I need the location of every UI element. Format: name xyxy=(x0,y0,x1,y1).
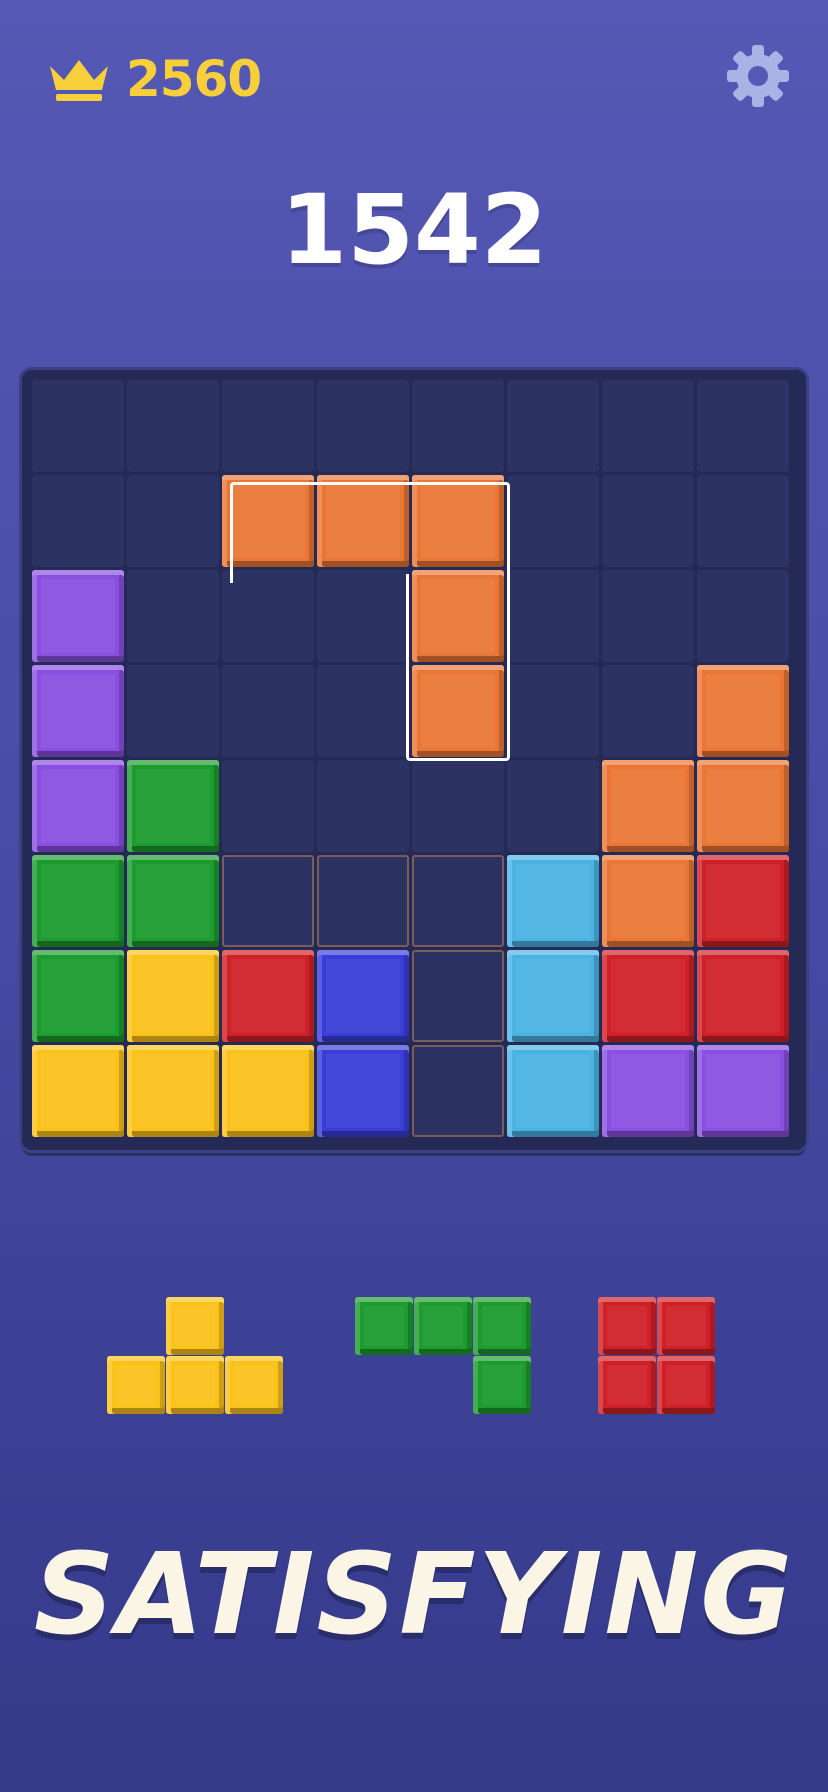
board-block-red[interactable] xyxy=(602,950,694,1042)
board-block-orange[interactable] xyxy=(697,760,789,852)
board-cell-empty[interactable] xyxy=(222,760,314,852)
board-cell-empty[interactable] xyxy=(222,665,314,757)
board-block-green[interactable] xyxy=(127,855,219,947)
board-cell-empty[interactable] xyxy=(602,380,694,472)
board-cell-empty[interactable] xyxy=(507,475,599,567)
board-cell-placement-preview[interactable] xyxy=(222,855,314,947)
board-block-red[interactable] xyxy=(697,950,789,1042)
board-block-orange[interactable] xyxy=(412,665,504,757)
board-block-orange[interactable] xyxy=(412,570,504,662)
green-j-piece[interactable] xyxy=(355,1297,532,1415)
board-block-cyan[interactable] xyxy=(507,950,599,1042)
board-cell-empty[interactable] xyxy=(507,380,599,472)
board-block-yellow[interactable] xyxy=(32,1045,124,1137)
board-block-orange[interactable] xyxy=(602,855,694,947)
board-cell-empty[interactable] xyxy=(317,760,409,852)
piece-block xyxy=(598,1356,656,1414)
piece-block xyxy=(598,1297,656,1355)
board-cell-empty[interactable] xyxy=(127,475,219,567)
tagline: SATISFYING xyxy=(33,1530,795,1660)
piece-block xyxy=(166,1297,224,1355)
board-block-orange[interactable] xyxy=(697,665,789,757)
board-block-orange[interactable] xyxy=(602,760,694,852)
board-cell-empty[interactable] xyxy=(222,380,314,472)
board-cell-empty[interactable] xyxy=(697,475,789,567)
best-score: 2560 xyxy=(126,50,262,108)
crown-icon xyxy=(50,60,108,101)
piece-block xyxy=(107,1356,165,1414)
board-block-purple[interactable] xyxy=(697,1045,789,1137)
board-cell-empty[interactable] xyxy=(317,380,409,472)
board-cell-empty[interactable] xyxy=(127,665,219,757)
board-block-blue[interactable] xyxy=(317,1045,409,1137)
board-block-purple[interactable] xyxy=(32,665,124,757)
board-cell-empty[interactable] xyxy=(222,570,314,662)
board-block-purple[interactable] xyxy=(32,760,124,852)
board-cell-empty[interactable] xyxy=(412,760,504,852)
red-square-piece[interactable] xyxy=(598,1297,716,1415)
board-cell-empty[interactable] xyxy=(32,380,124,472)
board-cell-empty[interactable] xyxy=(127,380,219,472)
board-cell-empty[interactable] xyxy=(507,760,599,852)
gear-icon[interactable] xyxy=(726,44,790,108)
piece-block xyxy=(414,1297,472,1355)
board-block-orange[interactable] xyxy=(317,475,409,567)
board-cell-empty[interactable] xyxy=(317,665,409,757)
piece-block xyxy=(225,1356,283,1414)
piece-block xyxy=(657,1297,715,1355)
board-cell-empty[interactable] xyxy=(127,570,219,662)
board-block-green[interactable] xyxy=(127,760,219,852)
board-block-purple[interactable] xyxy=(602,1045,694,1137)
board-cell-empty[interactable] xyxy=(602,665,694,757)
board-cell-empty[interactable] xyxy=(507,665,599,757)
board-block-red[interactable] xyxy=(222,950,314,1042)
piece-block xyxy=(355,1297,413,1355)
piece-block xyxy=(657,1356,715,1414)
current-score: 1542 xyxy=(280,174,548,286)
game-board[interactable] xyxy=(22,370,806,1150)
piece-block xyxy=(166,1356,224,1414)
board-block-cyan[interactable] xyxy=(507,1045,599,1137)
board-cell-empty[interactable] xyxy=(32,475,124,567)
board-cell-empty[interactable] xyxy=(412,380,504,472)
board-cell-placement-preview[interactable] xyxy=(412,855,504,947)
board-block-green[interactable] xyxy=(32,950,124,1042)
board-cell-empty[interactable] xyxy=(507,570,599,662)
board-cell-empty[interactable] xyxy=(697,570,789,662)
board-cell-empty[interactable] xyxy=(697,380,789,472)
board-block-blue[interactable] xyxy=(317,950,409,1042)
board-block-cyan[interactable] xyxy=(507,855,599,947)
board-block-green[interactable] xyxy=(32,855,124,947)
piece-block xyxy=(473,1356,531,1414)
board-block-yellow[interactable] xyxy=(127,950,219,1042)
board-block-yellow[interactable] xyxy=(127,1045,219,1137)
top-bar: 2560 xyxy=(0,0,828,160)
board-cell-placement-preview[interactable] xyxy=(317,855,409,947)
board-block-red[interactable] xyxy=(697,855,789,947)
board-block-yellow[interactable] xyxy=(222,1045,314,1137)
board-block-orange[interactable] xyxy=(222,475,314,567)
yellow-t-piece[interactable] xyxy=(107,1297,284,1415)
board-block-orange[interactable] xyxy=(412,475,504,567)
board-cell-placement-preview[interactable] xyxy=(412,950,504,1042)
board-cell-empty[interactable] xyxy=(602,570,694,662)
board-cell-empty[interactable] xyxy=(317,570,409,662)
board-cell-placement-preview[interactable] xyxy=(412,1045,504,1137)
board-cell-empty[interactable] xyxy=(602,475,694,567)
board-block-purple[interactable] xyxy=(32,570,124,662)
piece-block xyxy=(473,1297,531,1355)
